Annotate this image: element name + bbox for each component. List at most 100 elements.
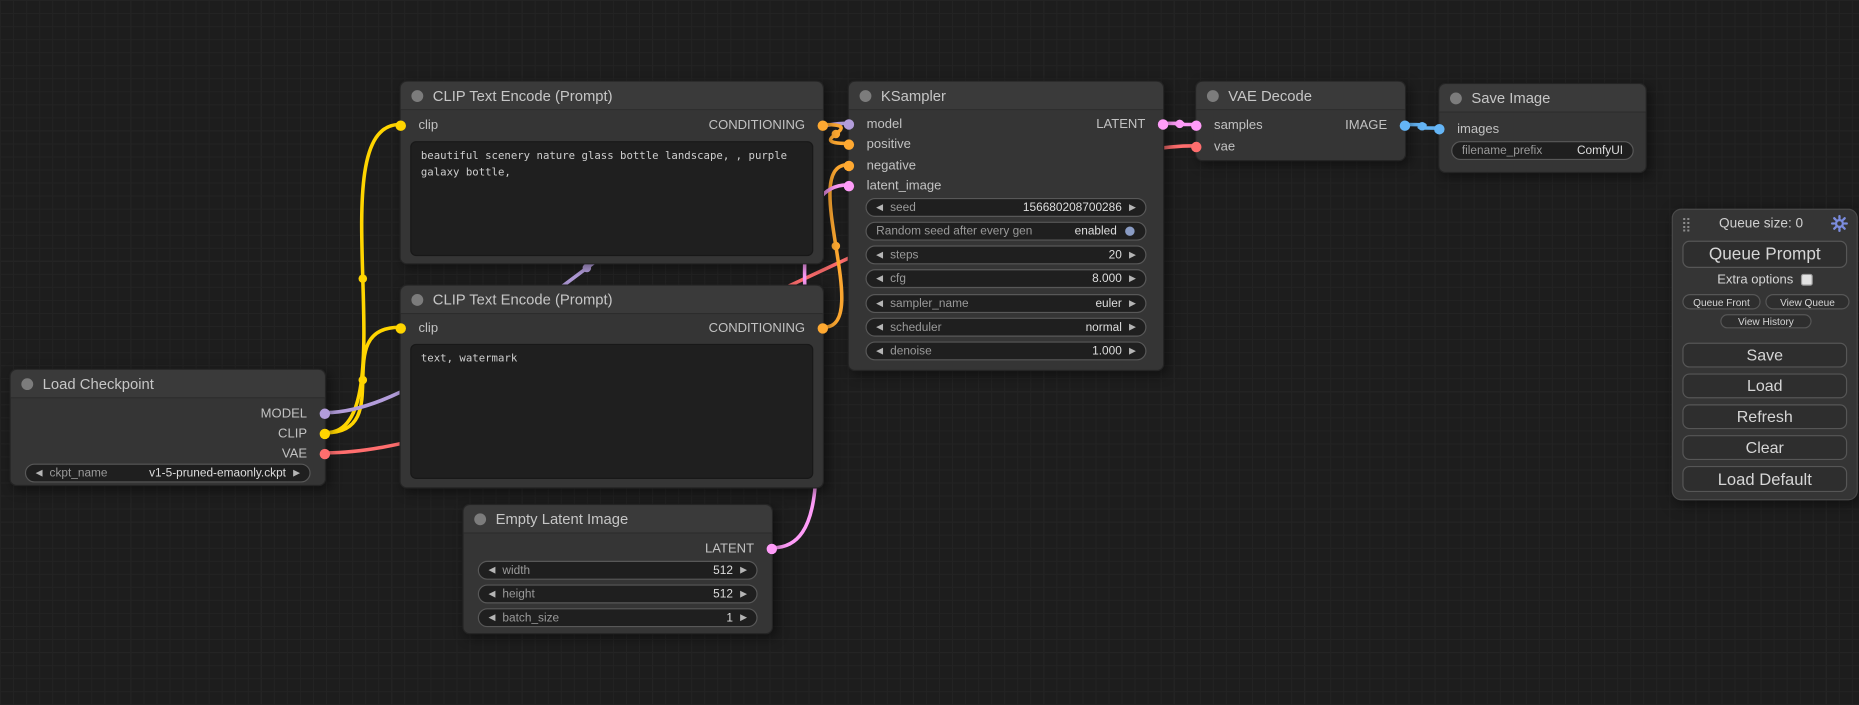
denoise-widget[interactable]: ◀ denoise 1.000 ▶ [865,341,1146,360]
decrement-arrow-icon[interactable]: ◀ [876,203,883,212]
sampler-name-widget[interactable]: ◀ sampler_name euler ▶ [865,294,1146,313]
node-graph-canvas[interactable]: Load Checkpoint MODEL CLIP VAE ◀ ckpt_na… [0,0,1859,705]
queue-front-button[interactable]: Queue Front [1682,294,1760,309]
width-widget[interactable]: ◀ width 512 ▶ [478,561,758,580]
output-port-conditioning[interactable] [816,321,830,335]
cfg-widget[interactable]: ◀ cfg 8.000 ▶ [865,269,1146,288]
increment-arrow-icon[interactable]: ▶ [1129,274,1136,283]
output-port-latent[interactable] [1156,117,1170,131]
decrement-arrow-icon[interactable]: ◀ [876,274,883,283]
decrement-arrow-icon[interactable]: ◀ [488,613,495,622]
view-queue-button[interactable]: View Queue [1765,294,1849,309]
menu-header: ⣿ Queue size: 0 [1681,213,1848,233]
link-midpoint-dot[interactable] [359,376,368,385]
input-slot-label-samples: samples [1214,117,1263,134]
decrement-arrow-icon[interactable]: ◀ [488,566,495,575]
clear-button[interactable]: Clear [1682,435,1847,460]
link-midpoint-dot[interactable] [1175,120,1184,129]
widget-value: normal [1086,321,1122,334]
node-title: Empty Latent Image [496,510,629,527]
decrement-arrow-icon[interactable]: ◀ [876,250,883,259]
input-port-latent-image[interactable] [842,179,856,193]
node-vae-decode[interactable]: VAE Decode samples vae IMAGE [1195,81,1406,162]
node-empty-latent-image[interactable]: Empty Latent Image LATENT ◀ width 512 ▶ … [462,504,773,634]
scheduler-widget[interactable]: ◀ scheduler normal ▶ [865,318,1146,337]
increment-arrow-icon[interactable]: ▶ [1129,250,1136,259]
node-title: Load Checkpoint [43,375,154,392]
widget-value: 20 [1109,248,1122,261]
decrement-arrow-icon[interactable]: ◀ [36,469,43,478]
node-load-checkpoint[interactable]: Load Checkpoint MODEL CLIP VAE ◀ ckpt_na… [9,369,326,486]
decrement-arrow-icon[interactable]: ◀ [876,323,883,332]
positive-prompt-textarea[interactable]: beautiful scenery nature glass bottle la… [410,141,813,256]
increment-arrow-icon[interactable]: ▶ [1129,299,1136,308]
toggle-on-dot-icon[interactable] [1124,225,1136,237]
output-slot-label-vae: VAE [282,446,307,463]
link-midpoint-dot[interactable] [359,274,368,283]
input-port-negative[interactable] [842,159,856,173]
load-default-button[interactable]: Load Default [1682,466,1847,492]
main-menu-panel: ⣿ Queue size: 0 Queue Prompt Extra optio… [1672,209,1858,501]
input-port-model[interactable] [842,117,856,131]
seed-widget[interactable]: ◀ seed 156680208700286 ▶ [865,198,1146,217]
widget-label: width [502,564,530,577]
random-seed-toggle-widget[interactable]: Random seed after every gen enabled [865,222,1146,241]
negative-prompt-textarea[interactable]: text, watermark [410,344,813,479]
increment-arrow-icon[interactable]: ▶ [1129,346,1136,355]
view-history-button[interactable]: View History [1720,314,1811,328]
collapse-dot-icon[interactable] [21,378,33,390]
collapse-dot-icon[interactable] [411,293,423,305]
extra-options-label: Extra options [1717,273,1793,287]
widget-value: 1 [726,611,733,624]
link-midpoint-dot[interactable] [583,264,592,273]
output-port-latent[interactable] [765,542,779,556]
increment-arrow-icon[interactable]: ▶ [740,613,747,622]
node-save-image[interactable]: Save Image images filename_prefix ComfyU… [1438,83,1647,173]
save-button[interactable]: Save [1682,343,1847,368]
widget-value: enabled [1075,225,1117,238]
output-port-conditioning[interactable] [816,119,830,133]
decrement-arrow-icon[interactable]: ◀ [876,299,883,308]
widget-label: denoise [890,344,932,357]
collapse-dot-icon[interactable] [411,90,423,102]
queue-prompt-button[interactable]: Queue Prompt [1682,241,1847,268]
increment-arrow-icon[interactable]: ▶ [740,566,747,575]
input-port-samples[interactable] [1189,119,1203,133]
link-midpoint-dot[interactable] [1418,122,1427,131]
output-port-model[interactable] [318,407,332,421]
output-port-image[interactable] [1398,119,1412,133]
ckpt-name-widget[interactable]: ◀ ckpt_name v1-5-pruned-emaonly.ckpt ▶ [25,464,311,483]
load-button[interactable]: Load [1682,373,1847,398]
node-ksampler[interactable]: KSampler model positive negative latent_… [848,81,1165,371]
collapse-dot-icon[interactable] [1450,92,1462,104]
increment-arrow-icon[interactable]: ▶ [1129,203,1136,212]
collapse-dot-icon[interactable] [860,90,872,102]
extra-options-checkbox[interactable] [1800,274,1812,286]
input-port-vae[interactable] [1189,140,1203,154]
increment-arrow-icon[interactable]: ▶ [740,590,747,599]
input-port-positive[interactable] [842,138,856,152]
node-title-bar: CLIP Text Encode (Prompt) [401,286,823,314]
output-port-vae[interactable] [318,447,332,461]
input-port-clip[interactable] [394,119,408,133]
decrement-arrow-icon[interactable]: ◀ [876,346,883,355]
link-midpoint-dot[interactable] [832,130,841,139]
collapse-dot-icon[interactable] [1207,90,1219,102]
input-port-clip[interactable] [394,321,408,335]
output-port-clip[interactable] [318,427,332,441]
filename-prefix-widget[interactable]: filename_prefix ComfyUI [1451,141,1634,160]
decrement-arrow-icon[interactable]: ◀ [488,590,495,599]
refresh-button[interactable]: Refresh [1682,404,1847,429]
collapse-dot-icon[interactable] [474,513,486,525]
node-clip-text-encode-positive[interactable]: CLIP Text Encode (Prompt) clip CONDITION… [400,81,824,265]
input-port-images[interactable] [1432,122,1446,136]
link-midpoint-dot[interactable] [832,242,841,251]
steps-widget[interactable]: ◀ steps 20 ▶ [865,245,1146,264]
settings-gear-icon[interactable] [1831,215,1849,233]
height-widget[interactable]: ◀ height 512 ▶ [478,585,758,604]
increment-arrow-icon[interactable]: ▶ [1129,323,1136,332]
drag-handle-icon[interactable]: ⣿ [1681,216,1691,230]
batch-size-widget[interactable]: ◀ batch_size 1 ▶ [478,608,758,627]
increment-arrow-icon[interactable]: ▶ [293,469,300,478]
node-clip-text-encode-negative[interactable]: CLIP Text Encode (Prompt) clip CONDITION… [400,285,824,489]
